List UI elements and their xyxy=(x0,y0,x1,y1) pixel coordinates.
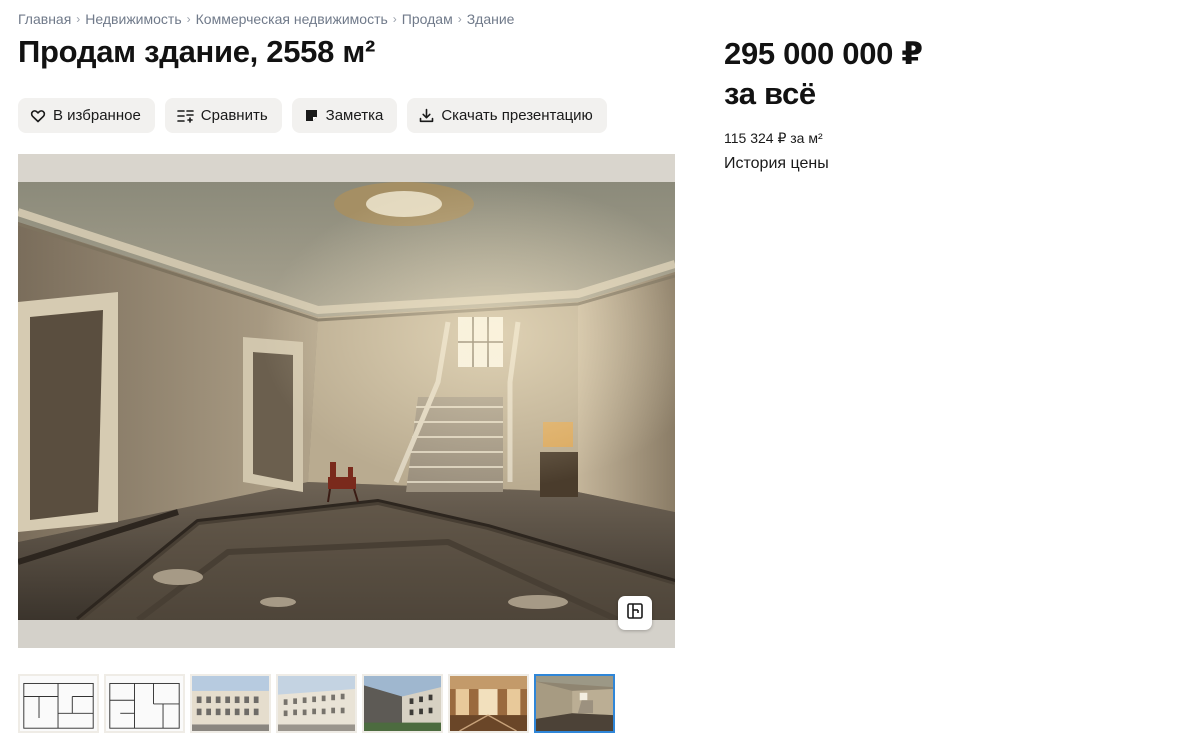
compare-icon xyxy=(176,108,194,124)
gallery-letterbox-bottom xyxy=(18,620,675,648)
thumbnail-facade-2[interactable] xyxy=(276,674,357,733)
breadcrumb-separator: › xyxy=(392,12,397,26)
breadcrumb-separator: › xyxy=(457,12,462,26)
breadcrumb-building[interactable]: Здание xyxy=(467,11,515,27)
breadcrumb-real-estate[interactable]: Недвижимость xyxy=(85,11,181,27)
thumbnail-interior-hall[interactable] xyxy=(448,674,529,733)
download-icon xyxy=(419,108,434,123)
heart-icon xyxy=(30,108,46,124)
thumbnail-facade-3[interactable] xyxy=(362,674,443,733)
compare-button[interactable]: Сравнить xyxy=(164,98,282,133)
note-button[interactable]: Заметка xyxy=(291,98,398,133)
favorite-label: В избранное xyxy=(53,107,141,124)
breadcrumb-separator: › xyxy=(186,12,191,26)
thumbnail-floor-plan-2[interactable] xyxy=(104,674,185,733)
note-label: Заметка xyxy=(325,107,384,124)
note-icon xyxy=(304,108,319,123)
thumbnail-facade-1[interactable] xyxy=(190,674,271,733)
breadcrumb: Главная › Недвижимость › Коммерческая не… xyxy=(18,10,514,28)
breadcrumb-commercial[interactable]: Коммерческая недвижимость xyxy=(196,11,388,27)
thumbnail-strip xyxy=(18,674,615,733)
price-value: 295 000 000 ₽ xyxy=(724,36,923,71)
breadcrumb-sell[interactable]: Продам xyxy=(402,11,453,27)
photo-gallery[interactable] xyxy=(18,154,675,648)
gallery-letterbox-top xyxy=(18,154,675,182)
floor-plan-icon xyxy=(626,602,644,625)
floor-plan-button[interactable] xyxy=(618,596,652,630)
compare-label: Сравнить xyxy=(200,107,268,124)
main-photo[interactable] xyxy=(18,182,675,620)
download-label: Скачать презентацию xyxy=(441,107,593,124)
page-title: Продам здание, 2558 м² xyxy=(18,34,376,69)
thumbnail-floor-plan-1[interactable] xyxy=(18,674,99,733)
price-history-link[interactable]: История цены xyxy=(724,155,829,173)
thumbnail-interior-staircase[interactable] xyxy=(534,674,615,733)
price: 295 000 000 ₽ за всё xyxy=(724,34,923,114)
breadcrumb-home[interactable]: Главная xyxy=(18,11,71,27)
action-bar: В избранное Сравнить Заметка Скачать пре… xyxy=(18,98,607,133)
price-note: за всё xyxy=(724,76,816,111)
price-per-m2: 115 324 ₽ за м² xyxy=(724,130,823,146)
breadcrumb-separator: › xyxy=(76,12,81,26)
favorite-button[interactable]: В избранное xyxy=(18,98,155,133)
download-presentation-button[interactable]: Скачать презентацию xyxy=(407,98,607,133)
